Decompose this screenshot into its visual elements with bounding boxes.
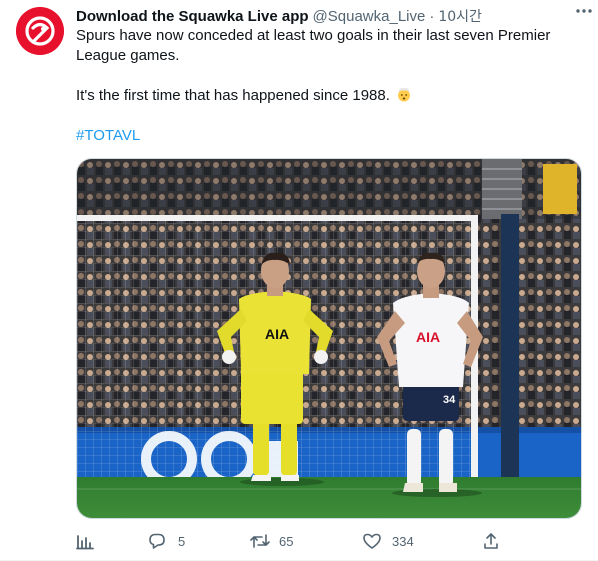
tweet-text-line2-wrap: It's the first time that has happened si… xyxy=(76,86,576,106)
tweet-card[interactable]: Download the Squawka Live app @Squawka_L… xyxy=(0,0,598,561)
more-options-button[interactable] xyxy=(574,3,594,19)
hashtag-link[interactable]: #TOTAVL xyxy=(76,127,140,144)
reply-bubble-icon xyxy=(149,533,165,549)
timestamp[interactable]: 10시간 xyxy=(438,6,482,26)
more-dots-icon xyxy=(576,9,592,13)
keeper-sponsor-text: AIA xyxy=(265,326,289,342)
user-handle[interactable]: @Squawka_Live xyxy=(313,8,426,25)
analytics-button[interactable] xyxy=(76,528,94,554)
player-sponsor-text: AIA xyxy=(416,329,440,345)
heart-icon xyxy=(363,533,381,549)
reply-button[interactable]: 5 xyxy=(148,528,185,554)
bar-chart-icon xyxy=(76,535,94,550)
tweet-actions: 5 65 334 xyxy=(76,528,506,554)
football-photo-image: AIA AIA 34 xyxy=(77,159,581,518)
share-icon xyxy=(484,533,498,549)
like-button[interactable]: 334 xyxy=(362,528,414,554)
avatar[interactable] xyxy=(16,7,64,55)
display-name[interactable]: Download the Squawka Live app xyxy=(76,8,309,25)
share-button[interactable] xyxy=(482,528,500,554)
like-count: 334 xyxy=(392,533,414,549)
tweet-text: Spurs have now conceded at least two goa… xyxy=(76,26,576,146)
separator: · xyxy=(429,7,435,25)
tweet-text-line2: It's the first time that has happened si… xyxy=(76,87,390,104)
retweet-icon xyxy=(250,534,270,548)
retweet-count: 65 xyxy=(279,533,294,549)
player-number-text: 34 xyxy=(443,394,456,406)
reply-count: 5 xyxy=(178,533,186,549)
squawka-logo-icon xyxy=(16,7,64,55)
tweet-text-line1: Spurs have now conceded at least two goa… xyxy=(76,27,551,64)
exploding-head-emoji-icon xyxy=(398,87,411,102)
retweet-button[interactable]: 65 xyxy=(249,528,293,554)
tweet-header: Download the Squawka Live app @Squawka_L… xyxy=(76,6,584,26)
tweet-photo[interactable]: AIA AIA 34 xyxy=(76,158,582,519)
